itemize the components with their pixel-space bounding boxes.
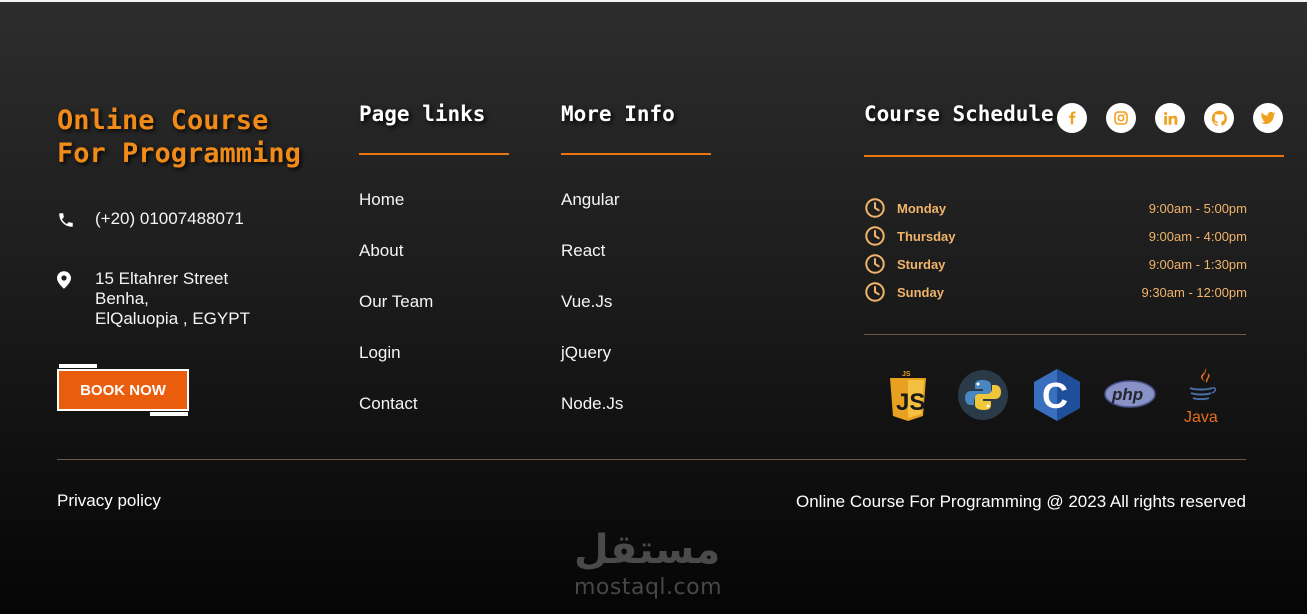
linkedin-icon[interactable] xyxy=(1155,103,1185,133)
phone-icon xyxy=(57,209,95,229)
schedule-row: Sturday 9:00am - 1:30pm xyxy=(864,253,1247,275)
js-badge-text: JS xyxy=(902,371,911,378)
more-info-link-vuejs[interactable]: Vue.Js xyxy=(561,292,623,343)
python-logo-icon xyxy=(958,370,1008,420)
java-logo-icon: Java xyxy=(1184,368,1218,426)
watermark-latin: mostaql.com xyxy=(574,575,723,600)
phone-row: (+20) 01007488071 xyxy=(57,209,244,229)
button-decoration xyxy=(150,412,188,416)
address-line: Benha, xyxy=(95,289,149,308)
page-links-list: Home About Our Team Login Contact xyxy=(359,190,433,445)
more-info-link-angular[interactable]: Angular xyxy=(561,190,623,241)
schedule-row: Monday 9:00am - 5:00pm xyxy=(864,197,1247,219)
schedule-day: Sunday xyxy=(897,284,944,300)
github-icon[interactable] xyxy=(1204,103,1234,133)
schedule-hours: 9:00am - 1:30pm xyxy=(1148,256,1247,272)
clock-icon xyxy=(864,197,897,219)
page-links-rule xyxy=(359,153,509,155)
page-links-heading: Page links xyxy=(359,102,486,126)
privacy-policy-link[interactable]: Privacy policy xyxy=(57,491,161,511)
book-now-button[interactable]: BOOK NOW xyxy=(57,369,189,411)
schedule-rule xyxy=(864,155,1284,157)
address-line: ElQaluopia , EGYPT xyxy=(95,309,250,328)
footer-divider xyxy=(57,459,1246,460)
copyright-text: Online Course For Programming @ 2023 All… xyxy=(795,492,1246,511)
c-language-logo-icon: C xyxy=(1034,369,1080,421)
schedule-divider xyxy=(864,334,1246,335)
schedule-day: Monday xyxy=(897,200,947,216)
more-info-link-react[interactable]: React xyxy=(561,241,623,292)
schedule-hours: 9:30am - 12:00pm xyxy=(1141,284,1247,300)
js-logo-letters: JS xyxy=(896,389,925,416)
more-info-heading: More Info xyxy=(561,102,675,126)
instagram-icon[interactable] xyxy=(1106,103,1136,133)
button-decoration xyxy=(59,364,97,368)
book-now-wrapper: BOOK NOW xyxy=(57,364,189,418)
more-info-rule xyxy=(561,153,711,155)
clock-icon xyxy=(864,225,897,247)
watermark-arabic: مستقل xyxy=(574,527,721,573)
facebook-icon[interactable] xyxy=(1057,103,1087,133)
page-link-home[interactable]: Home xyxy=(359,190,433,241)
clock-icon xyxy=(864,281,897,303)
course-schedule-heading: Course Schedule xyxy=(864,102,1054,126)
php-logo-text: php xyxy=(1111,385,1143,404)
schedule-day: Thursday xyxy=(897,228,956,244)
page-link-login[interactable]: Login xyxy=(359,343,433,394)
schedule-day: Sturday xyxy=(897,256,946,272)
phone-number: (+20) 01007488071 xyxy=(95,209,244,228)
social-links xyxy=(1057,103,1283,133)
page-link-about[interactable]: About xyxy=(359,241,433,292)
php-logo-icon: php xyxy=(1104,380,1156,408)
schedule-row: Sunday 9:30am - 12:00pm xyxy=(864,281,1247,303)
clock-icon xyxy=(864,253,897,275)
location-pin-icon xyxy=(57,269,95,329)
tech-logos: JS JS C php Java xyxy=(886,366,1226,428)
address-row: 15 Eltahrer Street Benha, ElQaluopia , E… xyxy=(57,269,250,329)
more-info-link-nodejs[interactable]: Node.Js xyxy=(561,394,623,445)
address-line: 15 Eltahrer Street xyxy=(95,269,229,288)
java-logo-text: Java xyxy=(1184,409,1218,426)
brand-title: Online Course For Programming xyxy=(57,105,301,169)
page-link-our-team[interactable]: Our Team xyxy=(359,292,433,343)
address-text: 15 Eltahrer Street Benha, ElQaluopia , E… xyxy=(95,269,250,329)
schedule-hours: 9:00am - 5:00pm xyxy=(1148,200,1247,216)
schedule-row: Thursday 9:00am - 4:00pm xyxy=(864,225,1247,247)
top-border xyxy=(0,0,1307,2)
javascript-logo-icon: JS JS xyxy=(890,371,926,421)
twitter-icon[interactable] xyxy=(1253,103,1283,133)
page-link-contact[interactable]: Contact xyxy=(359,394,433,445)
more-info-link-jquery[interactable]: jQuery xyxy=(561,343,623,394)
schedule-hours: 9:00am - 4:00pm xyxy=(1148,228,1247,244)
more-info-list: Angular React Vue.Js jQuery Node.Js xyxy=(561,190,623,445)
c-logo-letter: C xyxy=(1042,375,1068,416)
